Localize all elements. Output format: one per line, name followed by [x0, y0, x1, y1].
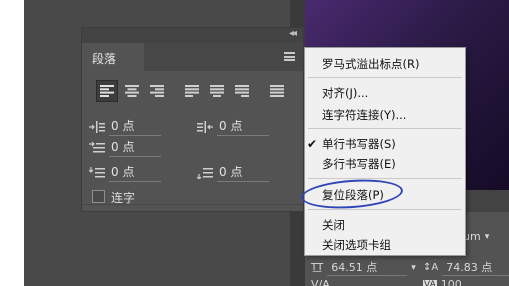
justify-last-center-icon	[210, 85, 224, 97]
panel-tab-bar: 段落	[82, 43, 303, 71]
right-indent-input[interactable]: 0 点	[217, 117, 269, 136]
menu-item-label: 关闭选项卡组	[322, 238, 391, 252]
justify-last-center-button[interactable]	[206, 80, 228, 102]
font-size-field[interactable]: T͟T 64.51 点 ▾	[311, 259, 416, 276]
menu-item-close-tab-group[interactable]: 关闭选项卡组	[305, 235, 465, 255]
kerning-field[interactable]: VA 100	[423, 278, 462, 286]
alignment-buttons	[96, 80, 291, 102]
left-edge-strip	[0, 0, 24, 286]
left-indent-input[interactable]: 0 点	[109, 117, 161, 136]
align-center-button[interactable]	[121, 80, 143, 102]
space-before-field[interactable]: 0 点	[88, 163, 161, 182]
left-indent-field[interactable]: 0 点	[88, 117, 161, 136]
menu-item-single-line-composer[interactable]: ✔ 单行书写器(S)	[305, 134, 465, 154]
font-size-icon: T͟T	[311, 262, 324, 273]
menu-item-every-line-composer[interactable]: 多行书写器(E)	[305, 154, 465, 174]
justify-last-left-button[interactable]	[181, 80, 203, 102]
menu-separator	[308, 128, 462, 129]
panel-context-menu: 罗马式溢出标点(R) 对齐(J)... 连字符连接(Y)... ✔ 单行书写器(…	[304, 47, 466, 256]
menu-item-label: 对齐(J)...	[322, 86, 369, 100]
menu-item-label: 连字符连接(Y)...	[322, 108, 407, 122]
justify-last-right-icon	[235, 85, 249, 97]
menu-item-roman-hanging-punctuation[interactable]: 罗马式溢出标点(R)	[305, 54, 465, 74]
menu-separator	[308, 77, 462, 78]
tracking-field[interactable]: V/A	[311, 278, 330, 286]
menu-item-label: 罗马式溢出标点(R)	[322, 57, 420, 71]
menu-separator	[308, 209, 462, 210]
indent-right-icon	[196, 120, 214, 134]
space-before-icon	[88, 166, 106, 180]
align-right-button[interactable]	[146, 80, 168, 102]
hyphenate-checkbox[interactable]	[92, 190, 105, 203]
menu-item-label: 单行书写器(S)	[322, 137, 396, 151]
align-right-icon	[150, 85, 164, 97]
tracking-label: V/A	[311, 278, 330, 286]
space-after-icon	[196, 166, 214, 180]
panel-title-bar[interactable]: ◂◂	[82, 28, 303, 43]
kerning-value[interactable]: 100	[441, 278, 462, 286]
align-left-button[interactable]	[96, 80, 118, 102]
justify-last-right-button[interactable]	[231, 80, 253, 102]
menu-separator	[308, 178, 462, 179]
space-after-field[interactable]: 0 点	[196, 163, 269, 182]
menu-item-hyphenation[interactable]: 连字符连接(Y)...	[305, 105, 465, 125]
collapse-panel-icon[interactable]: ◂◂	[289, 28, 297, 39]
chevron-down-icon[interactable]: ▾	[411, 263, 416, 273]
right-indent-field[interactable]: 0 点	[196, 117, 269, 136]
tab-paragraph[interactable]: 段落	[82, 43, 144, 71]
menu-item-justification[interactable]: 对齐(J)...	[305, 83, 465, 103]
menu-item-label: 关闭	[322, 218, 345, 232]
tab-paragraph-label: 段落	[92, 52, 117, 66]
first-line-indent-input[interactable]: 0 点	[109, 138, 161, 157]
justify-all-icon	[270, 85, 284, 97]
leading-field[interactable]: ↕A 74.83 点 ▾	[423, 259, 509, 276]
chevron-down-icon[interactable]: ▾	[485, 232, 490, 242]
menu-item-label: 多行书写器(E)	[322, 157, 396, 171]
paragraph-panel: ◂◂ 段落 0 点 0 点 0 点 0 点 0 点 连字	[81, 27, 304, 212]
space-before-input[interactable]: 0 点	[109, 163, 161, 182]
align-center-icon	[125, 85, 139, 97]
first-line-indent-field[interactable]: 0 点	[88, 138, 161, 157]
kerning-icon: VA	[423, 279, 437, 286]
font-size-value[interactable]: 64.51 点	[327, 259, 408, 276]
checkmark-icon: ✔	[307, 137, 318, 151]
menu-item-close[interactable]: 关闭	[305, 215, 465, 235]
align-left-icon	[100, 85, 114, 97]
panel-bottom-divider	[82, 204, 303, 205]
justify-last-left-icon	[185, 85, 199, 97]
leading-value[interactable]: 74.83 点	[442, 259, 509, 276]
justify-all-button[interactable]	[266, 80, 288, 102]
indent-first-line-icon	[88, 141, 106, 155]
panel-menu-icon[interactable]	[284, 52, 295, 61]
indent-left-icon	[88, 120, 106, 134]
leading-icon: ↕A	[423, 262, 439, 273]
space-after-input[interactable]: 0 点	[217, 163, 269, 182]
